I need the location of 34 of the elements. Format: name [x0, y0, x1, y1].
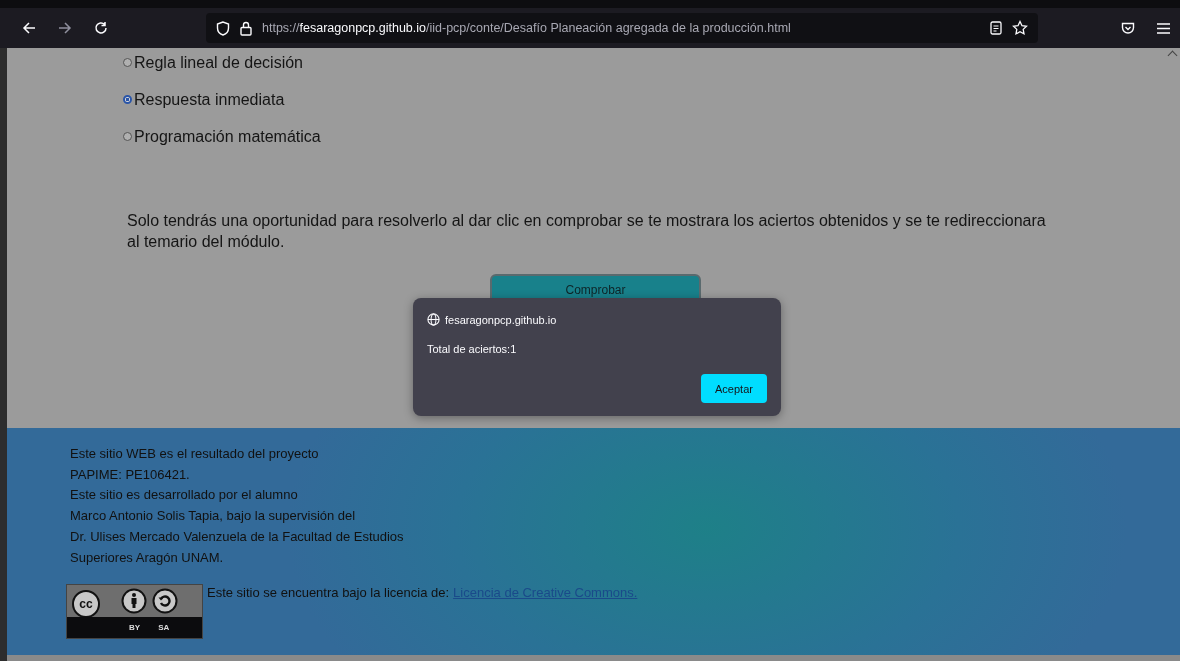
- radio-button[interactable]: [123, 58, 132, 67]
- footer-text: Este sitio WEB es el resultado del proyecto: [70, 445, 320, 463]
- footer-text: PAPIME: PE106421.: [70, 465, 191, 484]
- shield-icon: [216, 20, 230, 36]
- radio-button[interactable]: [123, 132, 132, 141]
- bookmark-star-icon[interactable]: [1012, 20, 1028, 36]
- reader-view-icon[interactable]: [990, 21, 1002, 35]
- footer-text: Marco Antonio Solis Tapia, bajo la supervisión del: [70, 507, 357, 526]
- footer-text: Superiores Aragón UNAM.: [70, 548, 225, 567]
- globe-icon: [427, 313, 440, 326]
- footer-text: Dr. Ulises Mercado Valenzuela de la Facultad de Estudios: [70, 527, 405, 546]
- radio-option[interactable]: Respuesta inmediata: [123, 89, 1180, 110]
- license-text: Este sitio se encuentra bajo la licencia de:: [207, 585, 450, 601]
- reload-icon[interactable]: [94, 21, 108, 35]
- lock-icon: [240, 20, 252, 36]
- accept-button[interactable]: Aceptar: [701, 374, 767, 403]
- cc-logo: cc: [72, 590, 100, 619]
- dialog-origin: fesaragonpcp.github.io: [445, 313, 557, 326]
- radio-option[interactable]: Regla lineal de decisión: [123, 52, 1180, 73]
- instructions-text: Solo tendrás una oportunidad para resolverlo al dar clic en comprobar se te mostrara los aciertos obtenidos y se te redireccionara al temario del módulo.: [127, 211, 1047, 252]
- radio-button[interactable]: [123, 95, 132, 104]
- pocket-icon[interactable]: [1121, 21, 1135, 35]
- radio-option[interactable]: Programación matemática: [123, 126, 1180, 147]
- back-icon[interactable]: [22, 21, 36, 35]
- badge-label: BY: [129, 623, 141, 633]
- menu-icon[interactable]: [1157, 22, 1170, 34]
- url-text: https://fesaragonpcp.github.io/iid-pcp/conte/Desafío Planeación agregada de la producción.html: [262, 21, 791, 35]
- forward-icon[interactable]: [58, 21, 72, 35]
- person-icon: [121, 588, 147, 615]
- footer-text: Este sitio es desarrollado por el alumno: [70, 486, 299, 505]
- share-alike-icon: [152, 588, 178, 615]
- dialog-message: Total de aciertos:1: [427, 343, 518, 355]
- badge-label: SA: [158, 623, 170, 633]
- address-bar[interactable]: https://fesaragonpcp.github.io/iid-pcp/conte/Desafío Planeación agregada de la producción.html: [206, 13, 1038, 43]
